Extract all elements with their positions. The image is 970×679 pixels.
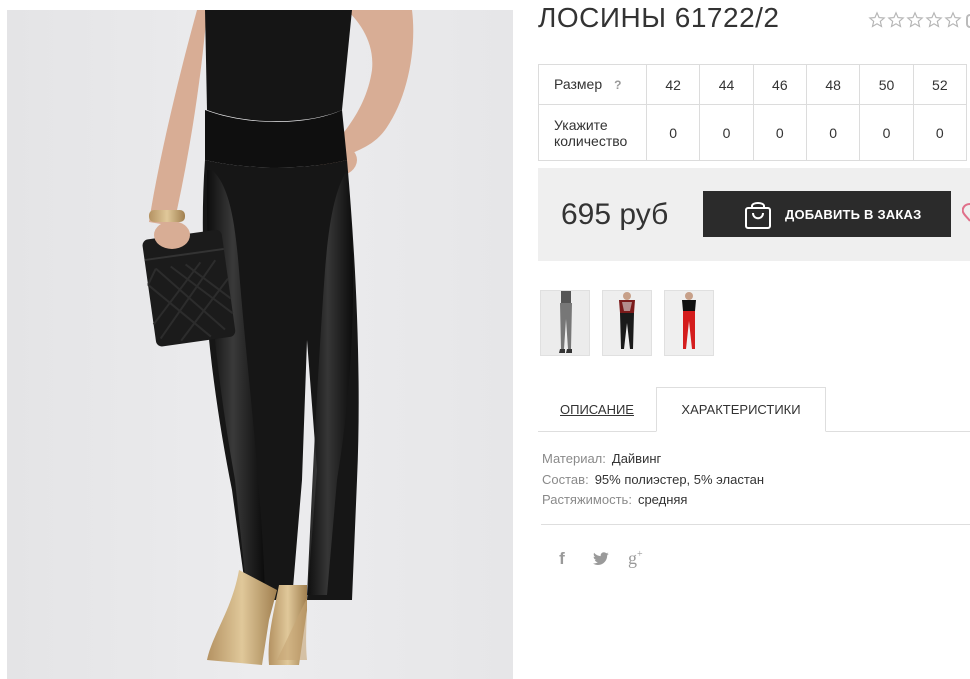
quantity-input[interactable]: 0 (752, 104, 807, 161)
size-quantity-table: Размер? 42 44 46 48 50 52 Укажите количес… (538, 64, 968, 161)
shopping-bag-icon (745, 202, 771, 229)
star-empty-icon[interactable] (925, 11, 943, 29)
quantity-header-cell: Укажите количество (538, 104, 647, 161)
characteristics-list: Материал: Дайвинг Состав: 95% полиэстер, 5… (542, 449, 764, 511)
tab-description[interactable]: ОПИСАНИЕ (538, 387, 656, 432)
facebook-icon[interactable]: f (556, 549, 568, 569)
star-empty-icon[interactable] (887, 11, 905, 29)
google-plus-icon[interactable]: g+ (628, 548, 643, 569)
section-divider (541, 524, 970, 525)
size-cell: 50 (859, 64, 914, 105)
characteristic-key: Растяжимость: (542, 492, 632, 507)
star-empty-icon[interactable] (868, 11, 886, 29)
characteristic-row: Состав: 95% полиэстер, 5% эластан (542, 470, 764, 491)
add-to-order-button[interactable]: ДОБАВИТЬ В ЗАКАЗ (703, 191, 951, 237)
characteristic-row: Материал: Дайвинг (542, 449, 764, 470)
google-plus-letter: g (628, 548, 637, 568)
thumb-grey-image (541, 291, 589, 355)
tab-characteristics[interactable]: ХАРАКТЕРИСТИКИ (656, 387, 826, 432)
thumb-black-leggings[interactable] (602, 290, 652, 356)
thumb-red-leggings[interactable] (664, 290, 714, 356)
size-label: Размер (554, 76, 603, 92)
product-title: ЛОСИНЫ 61722/2 (538, 2, 780, 33)
size-cell: 46 (752, 64, 807, 105)
star-empty-icon[interactable] (906, 11, 924, 29)
size-header-cell: Размер? (538, 64, 647, 105)
size-cell: 44 (699, 64, 754, 105)
thumb-red-image (665, 291, 713, 355)
quantity-label-line2: количество (554, 132, 628, 149)
quantity-input[interactable]: 0 (805, 104, 861, 161)
quantity-input[interactable]: 0 (645, 104, 701, 161)
main-product-photo[interactable] (7, 10, 513, 679)
thumb-black-image (603, 291, 651, 355)
characteristic-value: средняя (637, 492, 688, 507)
thumb-grey-leggings[interactable] (540, 290, 590, 356)
characteristic-key: Состав: (542, 471, 589, 487)
quantity-input[interactable]: 0 (699, 104, 754, 161)
reviews-bubble-icon[interactable] (966, 14, 970, 28)
add-to-order-label: ДОБАВИТЬ В ЗАКАЗ (785, 206, 922, 222)
quantity-input[interactable]: 0 (912, 104, 968, 161)
social-share: f g+ (556, 548, 643, 569)
quantity-label-line1: Укажите (554, 116, 608, 133)
size-cell: 52 (912, 64, 968, 105)
size-row: Размер? 42 44 46 48 50 52 (538, 64, 968, 105)
heart-icon[interactable] (962, 200, 970, 224)
twitter-icon[interactable] (592, 551, 610, 566)
size-help-icon[interactable]: ? (614, 78, 621, 92)
thumbnail-gallery (540, 290, 714, 356)
buy-box: 695 руб ДОБАВИТЬ В ЗАКАЗ (538, 168, 970, 261)
characteristic-key: Материал: (542, 451, 606, 466)
size-cell: 48 (805, 64, 861, 105)
characteristic-row: Растяжимость: средняя (542, 490, 764, 511)
quantity-input[interactable]: 0 (859, 104, 914, 161)
rating-stars[interactable] (868, 11, 962, 29)
characteristic-value: 95% полиэстер, 5% эластан (594, 471, 765, 487)
google-plus-sup: + (637, 549, 643, 560)
product-price: 695 руб (561, 198, 669, 231)
quantity-row: Укажите количество 0 0 0 0 0 0 (538, 104, 968, 161)
model-in-leggings-illustration (142, 10, 414, 665)
size-cell: 42 (645, 64, 701, 105)
star-empty-icon[interactable] (944, 11, 962, 29)
product-tabs: ОПИСАНИЕ ХАРАКТЕРИСТИКИ (538, 387, 970, 432)
characteristic-value: Дайвинг (611, 451, 662, 466)
